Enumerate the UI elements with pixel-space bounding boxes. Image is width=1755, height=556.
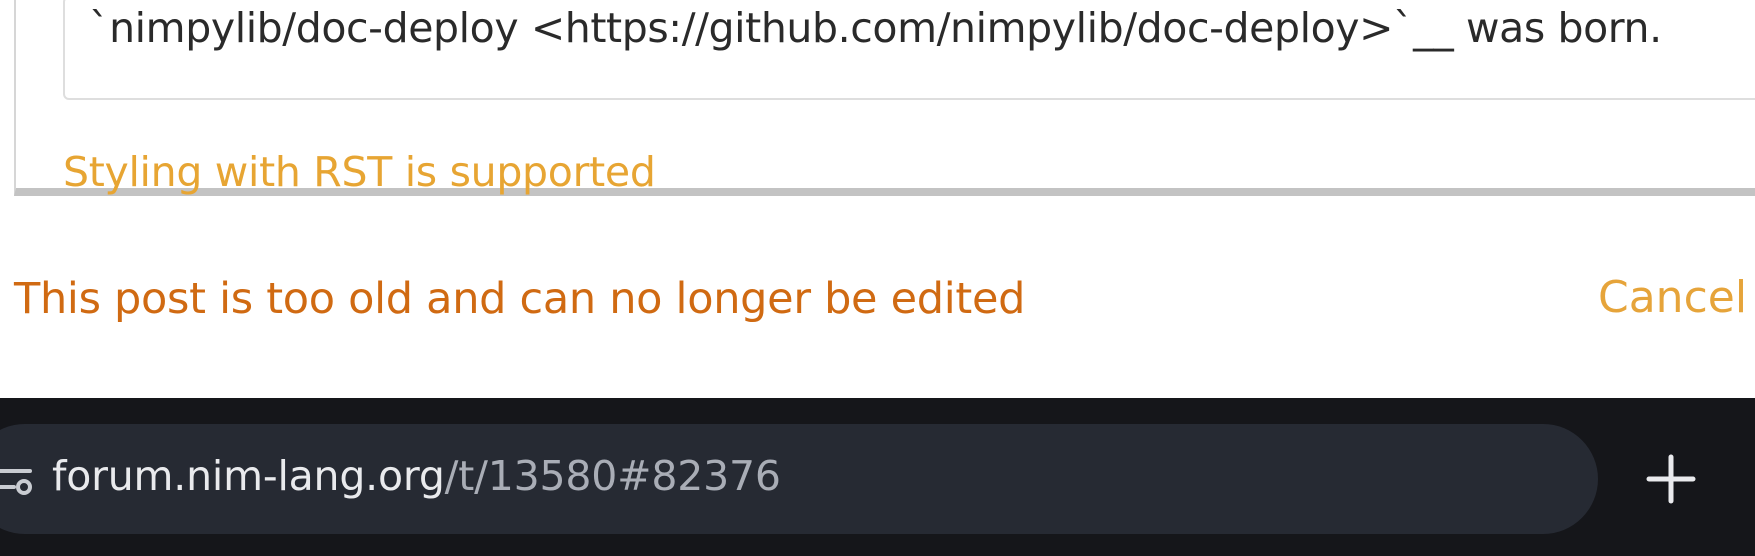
plus-icon[interactable] xyxy=(1643,451,1699,507)
post-editor: `nimpylib/doc-deploy <https://github.com… xyxy=(14,0,1755,196)
address-bar[interactable]: forum.nim-lang.org/t/13580#82376 xyxy=(0,424,1598,534)
edit-locked-notice: This post is too old and can no longer b… xyxy=(14,274,1026,324)
url-domain: forum.nim-lang.org xyxy=(52,452,445,500)
post-content-textarea[interactable]: `nimpylib/doc-deploy <https://github.com… xyxy=(63,0,1755,100)
url-path: /t/13580#82376 xyxy=(444,452,781,500)
browser-toolbar: forum.nim-lang.org/t/13580#82376 xyxy=(0,398,1755,556)
post-content-text: `nimpylib/doc-deploy <https://github.com… xyxy=(89,4,1662,52)
rst-support-hint: Styling with RST is supported xyxy=(63,148,656,196)
url-text[interactable]: forum.nim-lang.org/t/13580#82376 xyxy=(52,452,781,500)
cancel-button[interactable]: Cancel xyxy=(1598,272,1747,323)
page: `nimpylib/doc-deploy <https://github.com… xyxy=(0,0,1755,556)
tune-icon[interactable] xyxy=(0,454,34,504)
